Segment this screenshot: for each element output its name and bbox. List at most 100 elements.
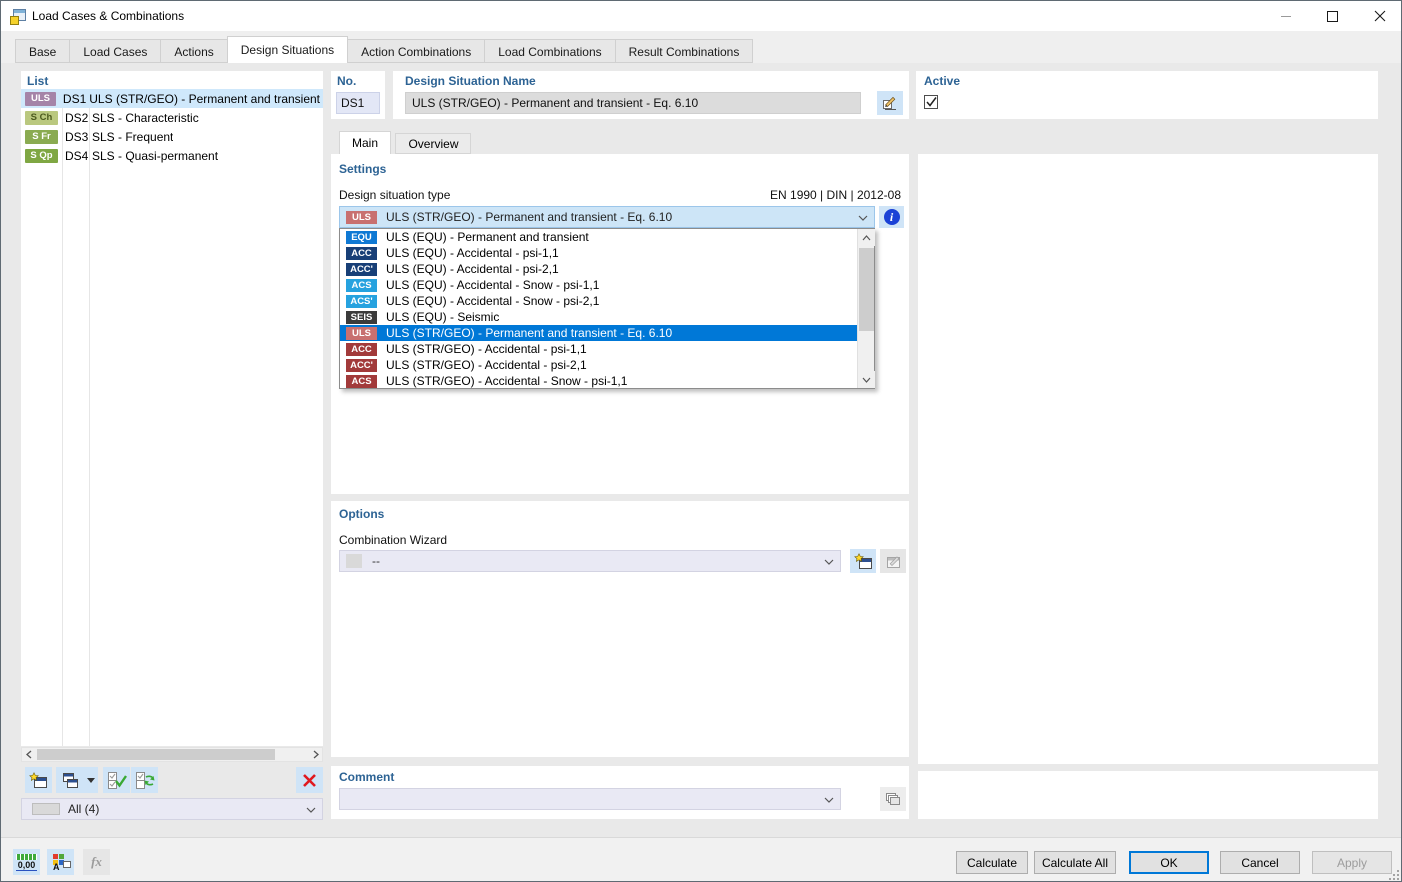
design-situation-type-label: Design situation type [339,188,451,202]
dropdown-item-label: ULS (EQU) - Accidental - psi-1,1 [386,246,559,260]
list-header: List [27,74,49,88]
maximize-icon [1327,10,1338,22]
design-situation-badge: ULS [25,91,56,106]
dropdown-item[interactable]: ACS ULS (STR/GEO) - Accidental - Snow - … [340,373,857,389]
dropdown-arrow-icon [87,777,95,783]
copy-design-situation-button[interactable] [56,767,84,793]
scroll-up-icon[interactable] [858,229,875,246]
dropdown-item[interactable]: SEIS ULS (EQU) - Seismic [340,309,857,325]
chevron-down-icon [306,802,316,816]
list-item-name: SLS - Quasi-permanent [92,148,219,163]
list-item-ds2[interactable]: S Ch DS2 SLS - Characteristic [21,108,323,127]
scroll-left-icon[interactable] [22,748,35,761]
calculate-button[interactable]: Calculate [956,851,1028,874]
dropdown-item[interactable]: ACC' ULS (STR/GEO) - Accidental - psi-2,… [340,357,857,373]
active-label: Active [924,74,961,88]
tab-base[interactable]: Base [15,39,71,63]
list-horizontal-scrollbar[interactable] [21,747,323,762]
design-situation-name-field[interactable]: ULS (STR/GEO) - Permanent and transient … [405,92,861,114]
toggle-check-icon [135,771,154,789]
type-badge: ULS [346,210,377,224]
type-badge: EQU [346,230,377,244]
units-icon: 0,00 [16,853,37,871]
dropdown-item[interactable]: ACC ULS (STR/GEO) - Accidental - psi-1,1 [340,341,857,357]
active-checkbox[interactable] [924,95,938,109]
dropdown-item[interactable]: ACS' ULS (EQU) - Accidental - Snow - psi… [340,293,857,309]
dropdown-item-label: ULS (STR/GEO) - Permanent and transient … [386,326,673,340]
dropdown-item[interactable]: ACC' ULS (EQU) - Accidental - psi-2,1 [340,261,857,277]
list-item-no: DS2 [65,110,89,125]
tab-actions[interactable]: Actions [161,39,228,63]
maximize-button[interactable] [1310,1,1355,31]
display-settings-button[interactable]: A [47,849,74,875]
delete-design-situation-button[interactable] [296,767,323,793]
type-info-button[interactable]: i [879,206,904,228]
new-design-situation-button[interactable] [25,767,52,793]
select-all-button[interactable] [103,767,130,793]
type-badge: ACS' [346,294,377,308]
tab-design-situations[interactable]: Design Situations [226,36,349,63]
list-item-ds1[interactable]: ULS DS1 ULS (STR/GEO) - Permanent and tr… [21,89,323,108]
copy-items-icon [62,772,78,788]
list-filter-combo[interactable]: All (4) [21,798,323,820]
combination-wizard-combo[interactable]: -- [339,550,841,572]
calculate-all-button[interactable]: Calculate All [1034,851,1116,874]
ok-button[interactable]: OK [1129,851,1209,874]
close-button[interactable] [1357,1,1401,31]
list-item-ds3[interactable]: S Fr DS3 SLS - Frequent [21,127,323,146]
dropdown-scrollbar[interactable] [857,229,875,388]
type-badge: ACC' [346,358,377,372]
units-settings-button[interactable]: 0,00 [13,849,40,875]
apply-button[interactable]: Apply [1312,851,1392,874]
list-item-ds4[interactable]: S Qp DS4 SLS - Quasi-permanent [21,146,323,165]
stacked-pages-icon [885,792,900,805]
design-situation-badge: S Fr [25,129,58,144]
display-colors-icon: A [52,854,71,871]
subtab-overview[interactable]: Overview [395,133,472,154]
list-item-name: ULS (STR/GEO) - Permanent and transient … [89,91,323,106]
copy-options-dropdown-button[interactable] [84,767,98,793]
chevron-down-icon [858,210,868,224]
type-badge: ULS [346,326,377,340]
comment-combo[interactable] [339,788,841,810]
scrollbar-thumb[interactable] [859,248,874,331]
new-combination-wizard-button[interactable] [850,549,876,573]
chevron-down-icon [824,792,834,806]
dropdown-item-label: ULS (EQU) - Accidental - psi-2,1 [386,262,559,276]
copy-comment-button[interactable] [880,787,906,811]
scroll-down-icon[interactable] [858,371,875,388]
name-panel: Design Situation Name ULS (STR/GEO) - Pe… [393,71,909,119]
cancel-button[interactable]: Cancel [1220,851,1300,874]
type-badge: ACC [346,246,377,260]
new-item-icon [853,552,872,569]
subtab-main[interactable]: Main [339,131,392,154]
design-situation-type-combo[interactable]: ULS ULS (STR/GEO) - Permanent and transi… [339,206,875,228]
scrollbar-thumb[interactable] [37,749,275,760]
dropdown-item[interactable]: ACC ULS (EQU) - Accidental - psi-1,1 [340,245,857,261]
minimize-button[interactable] [1263,1,1308,31]
tab-result-combinations[interactable]: Result Combinations [615,39,754,63]
formula-button[interactable]: fx [83,849,110,875]
dropdown-item[interactable]: ACS ULS (EQU) - Accidental - Snow - psi-… [340,277,857,293]
new-item-icon [29,771,47,788]
invert-selection-button[interactable] [131,767,158,793]
tab-action-combinations[interactable]: Action Combinations [348,39,486,63]
list-item-name: SLS - Frequent [92,129,174,144]
no-label: No. [337,74,357,88]
tab-load-cases[interactable]: Load Cases [70,39,162,63]
title-bar: Load Cases & Combinations [1,1,1401,31]
dropdown-item[interactable]: EQU ULS (EQU) - Permanent and transient [340,229,857,245]
settings-header: Settings [339,162,387,176]
scroll-right-icon[interactable] [309,748,322,761]
comment-panel: Comment [331,766,909,819]
edit-combination-wizard-button[interactable] [880,549,906,573]
comment-header: Comment [339,770,395,784]
resize-grip[interactable] [1387,868,1399,880]
detail-footer-panel [918,771,1378,819]
tab-load-combinations[interactable]: Load Combinations [485,39,616,63]
check-all-icon [107,771,127,789]
no-value-field[interactable]: DS1 [336,92,380,114]
rename-button[interactable] [877,91,903,115]
checkmark-icon [925,97,937,107]
dropdown-item-selected[interactable]: ULS ULS (STR/GEO) - Permanent and transi… [340,325,857,341]
